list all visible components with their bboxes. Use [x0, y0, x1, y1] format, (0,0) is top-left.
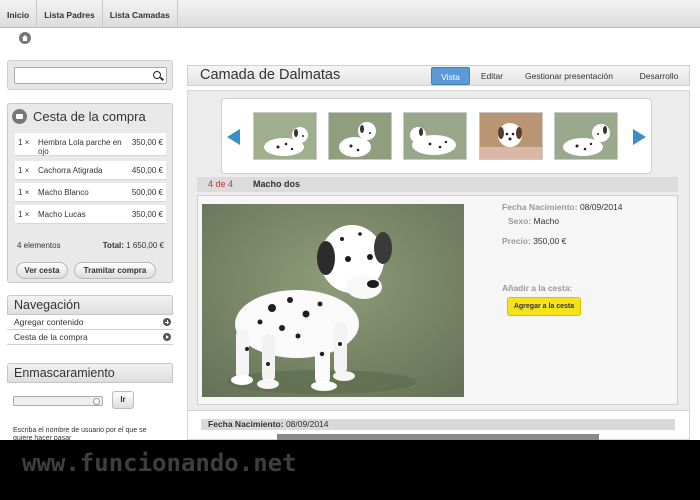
puppy-photo: [202, 204, 464, 397]
search-box: [7, 60, 173, 90]
pager-position: 4 de 4: [208, 179, 234, 189]
cart-item-qty: 1 ×: [18, 138, 30, 147]
nav-link-lista-camadas[interactable]: Lista Camadas: [103, 0, 178, 27]
sex: Sexo: Macho: [508, 216, 559, 226]
cart-item-price: 350,00 €: [131, 210, 163, 219]
puppy-thumbnail[interactable]: [554, 112, 618, 160]
tab-gestionar-presentacion[interactable]: Gestionar presentación: [519, 67, 619, 85]
cart-title: Cesta de la compra: [33, 108, 146, 124]
puppy-name: Macho dos: [253, 179, 301, 189]
price-label: Precio:: [502, 236, 531, 246]
tab-editar[interactable]: Editar: [475, 67, 509, 85]
carousel-next-icon[interactable]: [633, 129, 646, 145]
carousel-prev-icon[interactable]: [227, 129, 240, 145]
main-header: Camada de Dalmatas Vista Editar Gestiona…: [187, 65, 690, 86]
cart-item-price: 500,00 €: [131, 188, 163, 197]
preview-info: Fecha Nacimiento: 08/09/2014: [201, 419, 675, 430]
cart-item-qty: 1 ×: [18, 188, 30, 197]
top-navigation: Inicio Lista Padres Lista Camadas: [0, 0, 700, 28]
cart-item-name[interactable]: Macho Blanco: [38, 188, 128, 197]
cart-item-qty: 1 ×: [18, 166, 30, 175]
watermark-text: www.funcionando.net: [22, 449, 297, 477]
cart-header: Cesta de la compra: [8, 104, 172, 128]
nav-item-add-content[interactable]: Agregar contenido: [7, 315, 173, 330]
navigation-title: Navegación: [7, 295, 173, 315]
add-to-cart-label: Añadir a la cesta:: [502, 283, 573, 293]
cart-item-price: 350,00 €: [131, 138, 163, 147]
cart-item-name[interactable]: Cachorra Atigrada: [38, 166, 128, 175]
nav-item-shopping-cart[interactable]: Cesta de la compra: [7, 330, 173, 345]
cart-item-name[interactable]: Hembra Lola parche en ojo: [38, 138, 128, 156]
arrow-right-icon[interactable]: [163, 333, 171, 341]
sex-value: Macho: [533, 216, 560, 226]
price-value: 350,00 €: [533, 236, 567, 246]
plus-icon[interactable]: [163, 318, 171, 326]
page-title: Camada de Dalmatas: [200, 67, 341, 83]
checkout-button[interactable]: Tramitar compra: [74, 262, 156, 279]
search-input[interactable]: [14, 67, 167, 84]
puppy-thumbnail[interactable]: [403, 112, 467, 160]
masking-username-input[interactable]: [13, 396, 103, 406]
nav-link-lista-padres[interactable]: Lista Padres: [37, 0, 103, 27]
cart-item: 1 × Macho Blanco 500,00 €: [15, 183, 166, 202]
cart-item: 1 × Macho Lucas 350,00 €: [15, 205, 166, 224]
view-cart-button[interactable]: Ver cesta: [16, 262, 68, 279]
add-to-cart-button[interactable]: Agregar a la cesta: [507, 297, 581, 316]
puppy-thumbnail[interactable]: [479, 112, 543, 160]
cart-item-name[interactable]: Macho Lucas: [38, 210, 128, 219]
masking-title: Enmascaramiento: [7, 363, 173, 383]
cart-item: 1 × Cachorra Atigrada 450,00 €: [15, 161, 166, 180]
breadcrumb-bar: [0, 28, 700, 48]
birth-date-label: Fecha Nacimiento:: [502, 202, 578, 212]
cart-item-count: 4 elementos: [17, 241, 61, 250]
tab-desarrollo[interactable]: Desarrollo: [631, 67, 687, 85]
masking-go-button[interactable]: Ir: [112, 391, 134, 409]
cart-item-qty: 1 ×: [18, 210, 30, 219]
detail-pager-bar: 4 de 4 Macho dos: [197, 177, 678, 192]
cart-total-label: Total:: [102, 241, 124, 250]
birth-date: Fecha Nacimiento: 08/09/2014: [502, 202, 623, 212]
cart-summary: 4 elementos Total: 1 650,00 €: [17, 241, 164, 250]
cart-total-value: 1 650,00 €: [126, 241, 164, 250]
home-icon[interactable]: [19, 32, 31, 44]
search-icon[interactable]: [153, 71, 161, 79]
cart-icon: [12, 108, 27, 124]
nav-link-inicio[interactable]: Inicio: [0, 0, 38, 27]
nav-item-label: Cesta de la compra: [14, 332, 88, 342]
puppy-thumbnail[interactable]: [328, 112, 392, 160]
preview-birth-value: 08/09/2014: [285, 419, 329, 429]
sex-label: Sexo:: [508, 216, 532, 226]
cart-item: 1 × Hembra Lola parche en ojo 350,00 €: [15, 133, 166, 156]
puppy-thumbnail[interactable]: [253, 112, 317, 160]
cart-total: Total: 1 650,00 €: [103, 241, 164, 250]
nav-item-label: Agregar contenido: [14, 317, 84, 327]
preview-birth-label: Fecha Nacimiento:: [208, 419, 284, 429]
birth-date-value: 08/09/2014: [579, 202, 623, 212]
shopping-cart-panel: Cesta de la compra 1 × Hembra Lola parch…: [7, 103, 173, 283]
price: Precio: 350,00 €: [502, 236, 566, 246]
cart-item-price: 450,00 €: [131, 166, 163, 175]
tab-vista[interactable]: Vista: [431, 67, 470, 85]
